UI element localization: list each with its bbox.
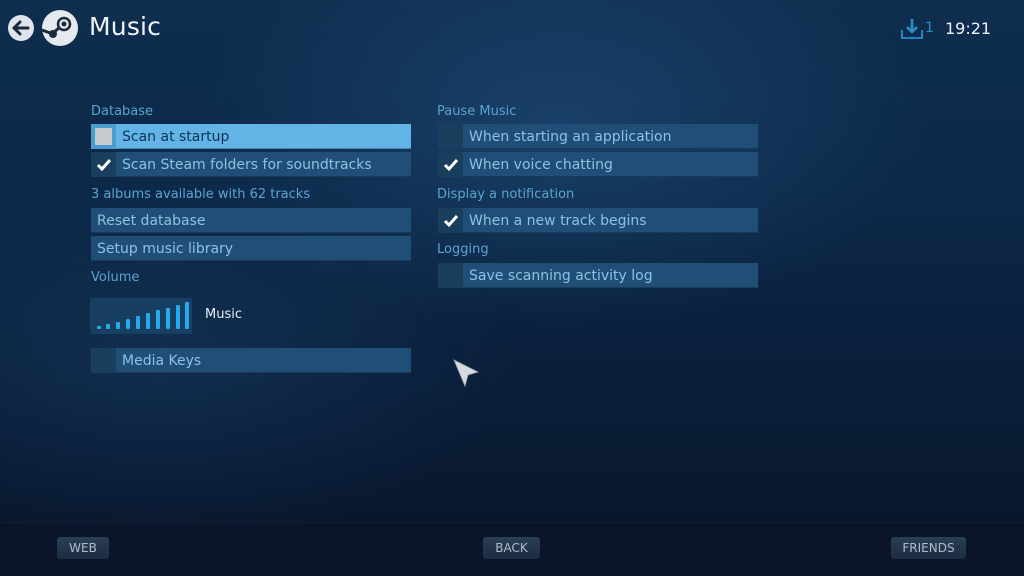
- header: Music 1 19:21: [0, 0, 1024, 60]
- volume-slider[interactable]: [90, 298, 192, 334]
- checkbox[interactable]: [91, 124, 116, 149]
- volume-bar: [176, 305, 180, 329]
- pause-on-voice-chat-option[interactable]: When voice chatting: [438, 152, 758, 177]
- downloads-count: 1: [925, 20, 934, 36]
- option-label: When voice chatting: [469, 156, 613, 173]
- library-info: 3 albums available with 62 tracks: [91, 187, 311, 202]
- scan-steam-folders-option[interactable]: Scan Steam folders for soundtracks: [91, 152, 411, 177]
- checkbox[interactable]: [91, 152, 116, 177]
- database-label: Database: [91, 104, 154, 119]
- clock: 19:21: [945, 19, 992, 38]
- volume-bar: [106, 324, 110, 329]
- option-label: When a new track begins: [469, 212, 647, 229]
- checkmark-icon: [443, 158, 458, 171]
- steam-logo-icon: [41, 10, 78, 46]
- button-label: Reset database: [97, 212, 206, 229]
- option-label: Save scanning activity log: [469, 267, 653, 284]
- volume-channel-label: Music: [205, 307, 242, 322]
- volume-bar: [185, 302, 189, 329]
- checkbox[interactable]: [438, 152, 463, 177]
- checkbox[interactable]: [438, 263, 463, 288]
- scan-at-startup-option[interactable]: Scan at startup: [91, 124, 411, 149]
- mouse-cursor-icon: [453, 359, 480, 388]
- volume-bar: [166, 308, 170, 329]
- footer-bar: WEB BACK FRIENDS: [0, 522, 1024, 576]
- back-button-footer[interactable]: BACK: [483, 537, 540, 559]
- volume-bar: [116, 322, 120, 329]
- back-button[interactable]: [8, 15, 34, 41]
- page-title: Music: [89, 12, 162, 41]
- checkmark-icon: [96, 158, 111, 171]
- reset-database-button[interactable]: Reset database: [91, 208, 411, 233]
- volume-bar: [136, 316, 140, 329]
- checkbox-unchecked-icon: [95, 128, 112, 145]
- pause-music-label: Pause Music: [437, 104, 517, 119]
- option-label: When starting an application: [469, 128, 672, 145]
- volume-bar: [156, 310, 160, 329]
- checkmark-icon: [443, 214, 458, 227]
- media-keys-option[interactable]: Media Keys: [91, 348, 411, 373]
- setup-music-library-button[interactable]: Setup music library: [91, 236, 411, 261]
- volume-bar: [97, 326, 101, 329]
- download-icon[interactable]: [900, 18, 924, 40]
- logging-label: Logging: [437, 242, 489, 257]
- back-arrow-icon: [12, 20, 30, 36]
- pause-on-app-start-option[interactable]: When starting an application: [438, 124, 758, 149]
- save-scan-log-option[interactable]: Save scanning activity log: [438, 263, 758, 288]
- volume-bar: [146, 313, 150, 329]
- notify-new-track-option[interactable]: When a new track begins: [438, 208, 758, 233]
- checkbox[interactable]: [438, 124, 463, 149]
- volume-bar: [126, 319, 130, 329]
- option-label: Scan at startup: [122, 128, 230, 145]
- button-label: Setup music library: [97, 240, 234, 257]
- checkbox[interactable]: [438, 208, 463, 233]
- checkbox[interactable]: [91, 348, 116, 373]
- friends-button[interactable]: FRIENDS: [891, 537, 966, 559]
- option-label: Scan Steam folders for soundtracks: [122, 156, 372, 173]
- web-button[interactable]: WEB: [57, 537, 109, 559]
- option-label: Media Keys: [122, 352, 202, 369]
- volume-label: Volume: [91, 270, 140, 285]
- notification-label: Display a notification: [437, 187, 575, 202]
